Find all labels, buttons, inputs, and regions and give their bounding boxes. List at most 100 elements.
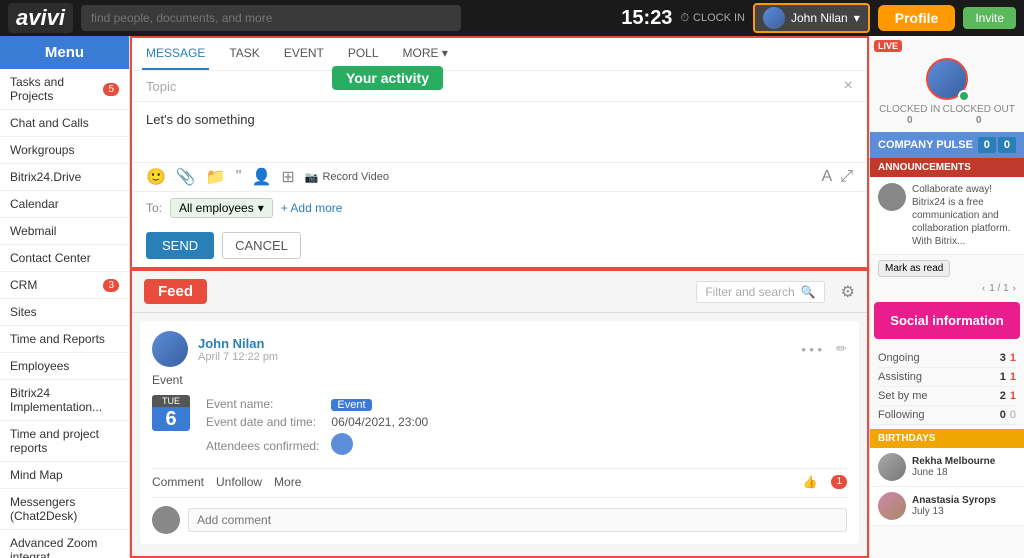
clock-in-button[interactable]: ⏱ CLOCK IN xyxy=(680,12,745,25)
social-information-badge: Social information xyxy=(874,302,1020,339)
live-badge: LIVE xyxy=(874,40,902,52)
birthday-date-0: June 18 xyxy=(912,467,995,478)
sidebar-item-workgroups[interactable]: Workgroups xyxy=(0,137,129,164)
sidebar-item-label: Employees xyxy=(10,359,69,373)
clock-icon: ⏱ xyxy=(680,12,689,25)
task-label-set-by-me: Set by me xyxy=(878,390,928,402)
sidebar-item-drive[interactable]: Bitrix24.Drive xyxy=(0,164,129,191)
tab-message[interactable]: MESSAGE xyxy=(142,38,209,70)
recipients-tag[interactable]: All employees ▾ xyxy=(170,198,273,218)
filter-search-placeholder: Filter and search xyxy=(705,285,794,299)
attendee-avatar xyxy=(331,433,353,455)
sidebar-item-tasks[interactable]: Tasks and Projects 5 xyxy=(0,69,129,110)
feed-user-avatar xyxy=(152,331,188,367)
sidebar-item-bitrix24-impl[interactable]: Bitrix24 Implementation... xyxy=(0,380,129,421)
topnav: avivi 15:23 ⏱ CLOCK IN John Nilan ▾ Prof… xyxy=(0,0,1024,36)
folder-icon[interactable]: 📁 xyxy=(206,167,226,187)
search-input[interactable] xyxy=(81,5,461,31)
sidebar-item-mind-map[interactable]: Mind Map xyxy=(0,462,129,489)
compose-area: MESSAGE TASK EVENT POLL MORE ▾ Topic × Y… xyxy=(130,36,869,269)
birthday-avatar-1 xyxy=(878,492,906,520)
feed-item-more-icon[interactable]: • • • xyxy=(801,342,822,357)
clocked-info: CLOCKED IN 0 CLOCKED OUT 0 xyxy=(878,104,1016,126)
task-row-assisting: Assisting 1 1 xyxy=(878,368,1016,387)
task-label-following: Following xyxy=(878,409,924,421)
to-label: To: xyxy=(146,201,162,215)
sidebar-item-crm[interactable]: CRM 3 xyxy=(0,272,129,299)
rp-user-section: CLOCKED IN 0 CLOCKED OUT 0 xyxy=(870,40,1024,132)
more-action-button[interactable]: More xyxy=(274,475,301,489)
invite-button[interactable]: Invite xyxy=(963,7,1016,29)
profile-button[interactable]: Profile xyxy=(878,5,956,31)
sidebar-item-project-reports[interactable]: Time and project reports xyxy=(0,421,129,462)
tasks-badge: 5 xyxy=(103,83,119,96)
activity-badge: Your activity xyxy=(332,66,443,90)
user-menu-button[interactable]: John Nilan ▾ xyxy=(753,3,870,33)
comment-input[interactable] xyxy=(188,508,847,532)
cancel-button[interactable]: CANCEL xyxy=(222,232,301,259)
close-icon[interactable]: × xyxy=(844,77,853,95)
sidebar-item-contact-center[interactable]: Contact Center xyxy=(0,245,129,272)
unfollow-action-button[interactable]: Unfollow xyxy=(216,475,262,489)
topic-placeholder: Topic xyxy=(146,79,176,94)
event-datetime-value: 06/04/2021, 23:00 xyxy=(327,413,432,431)
task-count-assisting: 1 xyxy=(1000,371,1006,383)
sidebar-item-time-reports[interactable]: Time and Reports xyxy=(0,326,129,353)
expand-icon[interactable]: ⤢ xyxy=(840,168,853,186)
comment-user-avatar xyxy=(152,506,180,534)
text-size-icon[interactable]: A xyxy=(822,168,833,186)
feed-settings-icon[interactable]: ⚙ xyxy=(841,282,855,302)
sidebar-item-webmail[interactable]: Webmail xyxy=(0,218,129,245)
sidebar-item-label: Sites xyxy=(10,305,37,319)
comment-action-button[interactable]: Comment xyxy=(152,475,204,489)
paperclip-icon[interactable]: 📎 xyxy=(176,167,196,187)
avatar xyxy=(763,7,785,29)
event-day-num: 6 xyxy=(152,407,190,431)
next-announcement-icon[interactable]: › xyxy=(1013,283,1016,294)
sidebar-item-label: Mind Map xyxy=(10,468,63,482)
announcement-nav: ‹ 1 / 1 › xyxy=(870,281,1024,296)
task-row-following: Following 0 0 xyxy=(878,406,1016,425)
smiley-icon[interactable]: 🙂 xyxy=(146,167,166,187)
comment-row xyxy=(152,497,847,534)
sidebar-item-employees[interactable]: Employees xyxy=(0,353,129,380)
task-count-set-by-me-red: 1 xyxy=(1010,390,1016,402)
birthday-info-1: Anastasia Syrops July 13 xyxy=(912,495,996,517)
logo: avivi xyxy=(8,3,73,33)
toolbar-right: A ⤢ xyxy=(822,168,853,186)
sidebar-item-label: Webmail xyxy=(10,224,56,238)
sidebar-item-label: Workgroups xyxy=(10,143,74,157)
event-attendees-label: Attendees confirmed: xyxy=(202,431,327,460)
clocked-in-label: CLOCKED IN xyxy=(879,104,940,115)
sidebar-item-zoom[interactable]: Advanced Zoom integrat... xyxy=(0,530,129,558)
birthday-name-0: Rekha Melbourne xyxy=(912,456,995,467)
company-pulse-section: COMPANY PULSE 0 0 xyxy=(870,132,1024,158)
feed-header: Feed Filter and search 🔍 ⚙ xyxy=(132,271,867,313)
send-button[interactable]: SEND xyxy=(146,232,214,259)
pulse-num1: 0 xyxy=(978,137,996,153)
prev-announcement-icon[interactable]: ‹ xyxy=(982,283,985,294)
menu-button[interactable]: Menu xyxy=(0,36,129,69)
sidebar-item-sites[interactable]: Sites xyxy=(0,299,129,326)
sidebar-item-messengers[interactable]: Messengers (Chat2Desk) xyxy=(0,489,129,530)
sidebar-item-calendar[interactable]: Calendar xyxy=(0,191,129,218)
sidebar-item-chat[interactable]: Chat and Calls xyxy=(0,110,129,137)
birthday-info-0: Rekha Melbourne June 18 xyxy=(912,456,995,478)
sidebar-item-label: Time and project reports xyxy=(10,427,119,455)
add-more-button[interactable]: + Add more xyxy=(281,201,343,215)
task-count-ongoing: 3 xyxy=(1000,352,1006,364)
tab-event[interactable]: EVENT xyxy=(280,38,328,70)
edit-icon[interactable]: ✏ xyxy=(836,341,847,357)
announcement-page: 1 / 1 xyxy=(989,283,1008,294)
mark-as-read-button[interactable]: Mark as read xyxy=(878,260,950,277)
quote-icon[interactable]: " xyxy=(236,168,242,186)
record-video-button[interactable]: 📷 Record Video xyxy=(305,171,389,184)
feed-user-name[interactable]: John Nilan xyxy=(198,336,278,351)
tab-task[interactable]: TASK xyxy=(225,38,263,70)
feed-user-row: John Nilan April 7 12:22 pm • • • ✏ xyxy=(152,331,847,367)
grid-icon[interactable]: ⊞ xyxy=(281,167,294,187)
compose-body[interactable]: Let's do something xyxy=(132,102,867,162)
like-icon[interactable]: 👍 xyxy=(802,475,817,489)
person-icon[interactable]: 👤 xyxy=(251,167,271,187)
feed-search[interactable]: Filter and search 🔍 xyxy=(696,281,824,303)
